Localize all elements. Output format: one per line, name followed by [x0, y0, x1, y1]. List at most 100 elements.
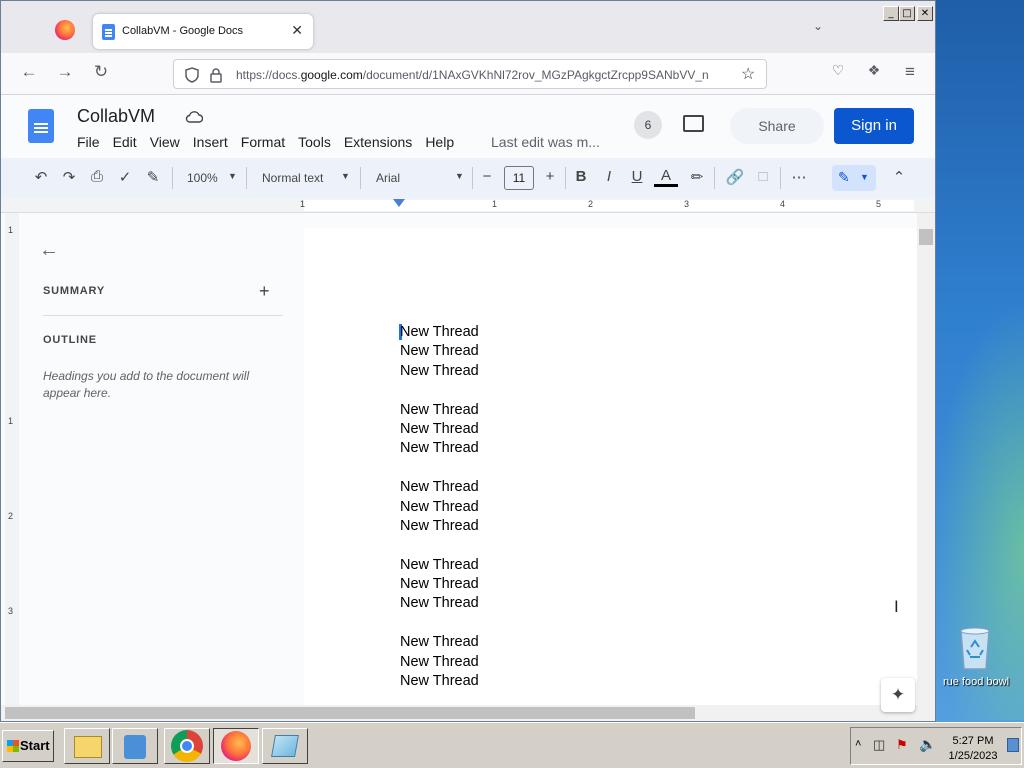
undo-icon[interactable]: ↶: [29, 168, 53, 186]
document-line[interactable]: New Thread: [400, 672, 479, 691]
decrease-font-size-icon[interactable]: −: [475, 168, 499, 185]
empty-line[interactable]: [400, 614, 479, 633]
redo-icon[interactable]: ↷: [57, 168, 81, 186]
hide-menus-icon[interactable]: ⌃: [887, 168, 911, 186]
zoom-dropdown-icon[interactable]: ▼: [228, 171, 237, 181]
close-outline-arrow-icon[interactable]: ←: [39, 239, 59, 262]
lock-icon[interactable]: [209, 67, 223, 83]
minimize-button[interactable]: _: [883, 6, 899, 21]
recycle-bin-label[interactable]: rue food bowl: [940, 676, 1012, 688]
horizontal-ruler[interactable]: 1 1 2 3 4 5: [1, 198, 935, 213]
network-icon[interactable]: ◫: [873, 737, 885, 753]
vertical-scrollbar[interactable]: [917, 213, 935, 705]
firefox-icon[interactable]: [55, 20, 75, 40]
document-title[interactable]: CollabVM: [77, 106, 155, 127]
font-size-input[interactable]: 11: [504, 166, 534, 190]
media-player-taskbar-button[interactable]: [112, 728, 158, 764]
highlight-color-icon[interactable]: ✏: [685, 168, 709, 186]
bookmark-star-icon[interactable]: ☆: [741, 64, 755, 84]
clock[interactable]: 5:27 PM 1/25/2023: [943, 734, 1003, 764]
menu-file[interactable]: File: [77, 134, 100, 150]
reload-icon[interactable]: ↻: [89, 62, 113, 82]
add-comment-icon[interactable]: □: [751, 168, 775, 185]
paint-format-icon[interactable]: ✎: [141, 168, 165, 186]
url-bar[interactable]: https://docs.google.com/document/d/1NAxG…: [173, 59, 767, 89]
document-line[interactable]: New Thread: [400, 401, 479, 420]
explore-sparkle-icon[interactable]: ✦: [881, 678, 915, 712]
document-line[interactable]: New Thread: [400, 594, 479, 613]
document-line[interactable]: New Thread: [400, 517, 479, 536]
pocket-icon[interactable]: ♡: [826, 62, 850, 79]
recycle-bin-icon[interactable]: [957, 625, 993, 671]
shield-icon[interactable]: [185, 67, 199, 83]
horizontal-scrollbar[interactable]: [1, 705, 935, 721]
firefox-taskbar-button[interactable]: [213, 728, 259, 764]
document-line[interactable]: New Thread: [400, 653, 479, 672]
chrome-taskbar-button[interactable]: [164, 728, 210, 764]
document-line[interactable]: New Thread: [400, 323, 479, 342]
explorer-taskbar-button[interactable]: [64, 728, 110, 764]
font-dropdown-icon[interactable]: ▼: [455, 171, 464, 181]
empty-line[interactable]: [400, 459, 479, 478]
style-select[interactable]: Normal text: [262, 171, 323, 185]
back-arrow-icon[interactable]: ←: [17, 62, 41, 82]
menu-view[interactable]: View: [150, 134, 180, 150]
volume-icon[interactable]: 🔈: [919, 736, 936, 753]
menu-help[interactable]: Help: [425, 134, 454, 150]
start-button[interactable]: Start: [2, 730, 54, 762]
comment-history-icon[interactable]: [683, 115, 704, 132]
insert-link-icon[interactable]: 🔗: [723, 168, 747, 186]
maximize-button[interactable]: □: [899, 6, 915, 21]
hamburger-menu-icon[interactable]: ≡: [898, 62, 922, 82]
document-line[interactable]: New Thread: [400, 478, 479, 497]
docs-logo-icon[interactable]: [28, 109, 54, 143]
more-options-icon[interactable]: ⋯: [787, 168, 811, 186]
print-icon[interactable]: ⎙: [85, 168, 109, 185]
menu-extensions[interactable]: Extensions: [344, 134, 412, 150]
vertical-scroll-thumb[interactable]: [919, 229, 933, 245]
forward-arrow-icon[interactable]: →: [53, 62, 77, 82]
menu-insert[interactable]: Insert: [193, 134, 228, 150]
show-desktop-icon[interactable]: [1007, 738, 1019, 752]
extensions-icon[interactable]: ❖: [862, 62, 886, 79]
empty-line[interactable]: [400, 536, 479, 555]
close-window-button[interactable]: ✕: [917, 6, 933, 21]
tab-close-icon[interactable]: ✕: [291, 22, 303, 39]
bold-icon[interactable]: B: [569, 168, 593, 185]
document-page[interactable]: New Thread New Thread New Thread New Threa…: [304, 228, 917, 708]
document-line[interactable]: New Thread: [400, 362, 479, 381]
collaborator-count-badge[interactable]: 6: [634, 111, 662, 139]
document-line[interactable]: New Thread: [400, 575, 479, 594]
document-line[interactable]: New Thread: [400, 439, 479, 458]
list-all-tabs-icon[interactable]: ⌄: [813, 19, 823, 33]
sign-in-button[interactable]: Sign in: [834, 108, 914, 144]
show-hidden-icons-icon[interactable]: ˄: [855, 738, 861, 750]
notepad-taskbar-button[interactable]: [262, 728, 308, 764]
cloud-saved-icon[interactable]: [185, 110, 203, 123]
editing-mode-button[interactable]: ✎ ▼: [832, 165, 876, 191]
document-line[interactable]: New Thread: [400, 498, 479, 517]
menu-tools[interactable]: Tools: [298, 134, 331, 150]
text-color-icon[interactable]: A: [654, 168, 678, 187]
add-summary-icon[interactable]: +: [259, 281, 270, 302]
document-line[interactable]: New Thread: [400, 420, 479, 439]
document-body[interactable]: New Thread New Thread New Thread New Threa…: [400, 323, 479, 691]
empty-line[interactable]: [400, 381, 479, 400]
increase-font-size-icon[interactable]: +: [538, 168, 562, 185]
zoom-select[interactable]: 100%: [187, 171, 218, 185]
font-select[interactable]: Arial: [376, 171, 400, 185]
underline-icon[interactable]: U: [625, 168, 649, 185]
horizontal-scroll-thumb[interactable]: [5, 707, 695, 719]
share-button[interactable]: Share: [730, 108, 824, 144]
italic-icon[interactable]: I: [597, 168, 621, 185]
document-line[interactable]: New Thread: [400, 342, 479, 361]
style-dropdown-icon[interactable]: ▼: [341, 171, 350, 181]
vertical-ruler[interactable]: 1 1 2 3: [5, 213, 19, 705]
document-line[interactable]: New Thread: [400, 556, 479, 575]
document-line[interactable]: New Thread: [400, 633, 479, 652]
last-edit-link[interactable]: Last edit was m...: [491, 134, 600, 150]
menu-format[interactable]: Format: [241, 134, 285, 150]
tab-collabvm[interactable]: CollabVM - Google Docs ✕: [93, 14, 313, 49]
action-center-icon[interactable]: ⚑: [896, 737, 908, 753]
menu-edit[interactable]: Edit: [113, 134, 137, 150]
